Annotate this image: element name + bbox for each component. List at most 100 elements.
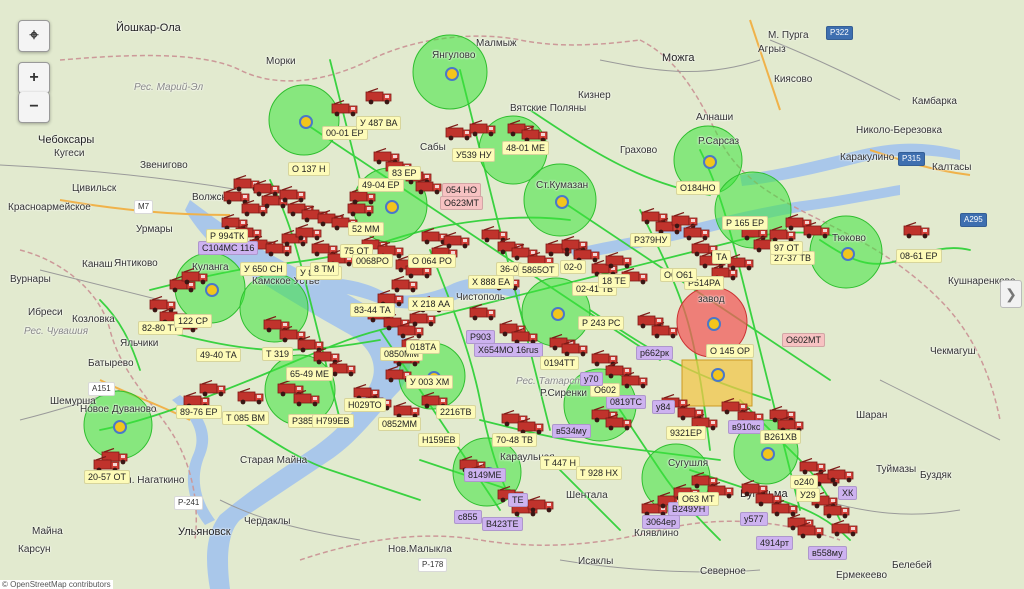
map-canvas[interactable]: Йошкар-Ола Чебоксары Кугеси Рес. Марий-Э… [0,0,1024,589]
vehicle-label[interactable]: Т 447 Н [540,456,581,470]
vehicle-label[interactable]: 97 ОТ [770,241,804,255]
vehicle-label[interactable]: в534му [552,424,591,438]
vehicle-label[interactable]: Р903 [466,330,496,344]
vehicle-label[interactable]: 018ТА [406,340,441,354]
geofence-hub-icon[interactable] [113,420,127,434]
geofence-hub-icon[interactable] [703,155,717,169]
vehicle-label[interactable]: 83 ЕР [388,166,421,180]
vehicle-label[interactable]: 83-44 ТА [350,303,395,317]
truck-icon[interactable] [236,387,266,406]
truck-icon[interactable] [180,267,210,286]
geofence-hub-icon[interactable] [711,368,725,382]
vehicle-label[interactable]: У 003 ХМ [406,375,454,389]
vehicle-label[interactable]: О61 [672,268,698,282]
geofence-hub-icon[interactable] [385,200,399,214]
vehicle-label[interactable]: У 650 СН [240,262,287,276]
vehicle-label[interactable]: Х 888 ЕА [468,275,515,289]
geofence-hub-icon[interactable] [761,447,775,461]
geofence-hub-icon[interactable] [445,67,459,81]
vehicle-label[interactable]: 2216ТВ [436,405,476,419]
vehicle-label[interactable]: о240 [790,475,819,489]
truck-icon[interactable] [802,221,832,240]
vehicle-label[interactable]: 9321ЕР [666,426,707,440]
vehicle-label[interactable]: Р 243 РС [578,316,625,330]
vehicle-label[interactable]: 8 ТМ [310,262,339,276]
vehicle-label[interactable]: Н159ЕВ [418,433,460,447]
vehicle-label[interactable]: В261ХВ [760,430,802,444]
truck-icon[interactable] [650,321,680,340]
vehicle-label[interactable]: у70 [580,372,603,386]
vehicle-label[interactable]: в910кс [728,420,765,434]
truck-icon[interactable] [468,119,498,138]
vehicle-label[interactable]: в558му [808,546,847,560]
vehicle-label[interactable]: 20-57 ОТ [84,470,131,484]
vehicle-label[interactable]: у84 [652,400,675,414]
locate-button[interactable]: ⌖ [18,20,50,52]
vehicle-label[interactable]: 0819ТС [606,395,647,409]
vehicle-label[interactable]: Т 085 ВМ [222,411,270,425]
geofence-hub-icon[interactable] [555,195,569,209]
truck-icon[interactable] [442,231,472,250]
vehicle-label[interactable]: 122 СР [174,314,213,328]
truck-icon[interactable] [468,303,498,322]
vehicle-label[interactable]: р662рк [636,346,673,360]
vehicle-label[interactable]: В423ТЕ [482,517,523,531]
vehicle-label[interactable]: О63 МТ [678,492,719,506]
geofence-hub-icon[interactable] [707,317,721,331]
vehicle-label[interactable]: 8149МЕ [464,468,506,482]
truck-icon[interactable] [526,495,556,514]
vehicle-label[interactable]: О 145 ОР [706,344,755,358]
vehicle-label[interactable]: Х654МО 16rus [474,343,543,357]
truck-icon[interactable] [292,389,322,408]
vehicle-label[interactable]: ТЕ [508,493,528,507]
vehicle-label[interactable]: 0068РО [352,254,393,268]
vehicle-label[interactable]: 49-40 ТА [196,348,241,362]
vehicle-label[interactable]: 65-49 МЕ [286,367,334,381]
truck-icon[interactable] [604,413,634,432]
vehicle-label[interactable]: 18 ТЕ [598,274,631,288]
vehicle-label[interactable]: 0852ММ [378,417,422,431]
vehicle-label[interactable]: У29 [796,488,820,502]
vehicle-label[interactable]: 02-0 [560,260,587,274]
vehicle-label[interactable]: О602МТ [782,333,826,347]
truck-icon[interactable] [364,87,394,106]
vehicle-label[interactable]: 48-01 МЕ [502,141,550,155]
vehicle-label[interactable]: Р 165 ЕР [722,216,769,230]
vehicle-label[interactable]: У 487 ВА [356,116,402,130]
truck-icon[interactable] [330,99,360,118]
vehicle-label[interactable]: 0194ТТ [540,356,580,370]
vehicle-label[interactable]: О 137 Н [288,162,330,176]
vehicle-label[interactable]: ХК [838,486,858,500]
side-panel-toggle[interactable]: ❯ [1000,280,1022,308]
vehicle-label[interactable]: О184НО [676,181,720,195]
vehicle-label[interactable]: 08-61 ЕР [896,249,942,263]
vehicle-label[interactable]: с855 [454,510,482,524]
vehicle-label[interactable]: Х 218 АА [408,297,455,311]
vehicle-label[interactable]: Р 994ТК [206,229,249,243]
vehicle-label[interactable]: у577 [740,512,768,526]
vehicle-label[interactable]: Р379НУ [630,233,672,247]
vehicle-label[interactable]: Н029ТО [344,398,386,412]
vehicle-label[interactable]: 89-76 ЕР [176,405,222,419]
vehicle-label[interactable]: Т 319 [262,347,294,361]
geofence-hub-icon[interactable] [551,307,565,321]
vehicle-label[interactable]: У539 НУ [452,148,496,162]
vehicle-label[interactable]: О623МТ [440,196,484,210]
vehicle-label[interactable]: О 064 РО [408,254,456,268]
vehicle-label[interactable]: 52 ММ [348,222,384,236]
vehicle-label[interactable]: Т 928 НХ [576,466,623,480]
vehicle-label[interactable]: 49-04 ЕР [358,178,404,192]
vehicle-label[interactable]: 5865ОТ [518,263,559,277]
vehicle-label[interactable]: ТА [712,250,732,264]
truck-icon[interactable] [822,501,852,520]
zoom-in-button[interactable]: + [18,62,50,94]
truck-icon[interactable] [414,177,444,196]
truck-icon[interactable] [796,521,826,540]
vehicle-label[interactable]: С104МС 116 [198,241,259,255]
truck-icon[interactable] [902,221,932,240]
vehicle-label[interactable]: 4914рт [756,536,793,550]
geofence-hub-icon[interactable] [841,247,855,261]
vehicle-label[interactable]: Н799ЕВ [312,414,354,428]
zoom-out-button[interactable]: − [18,92,50,123]
vehicle-label[interactable]: 3064ер [642,515,681,529]
